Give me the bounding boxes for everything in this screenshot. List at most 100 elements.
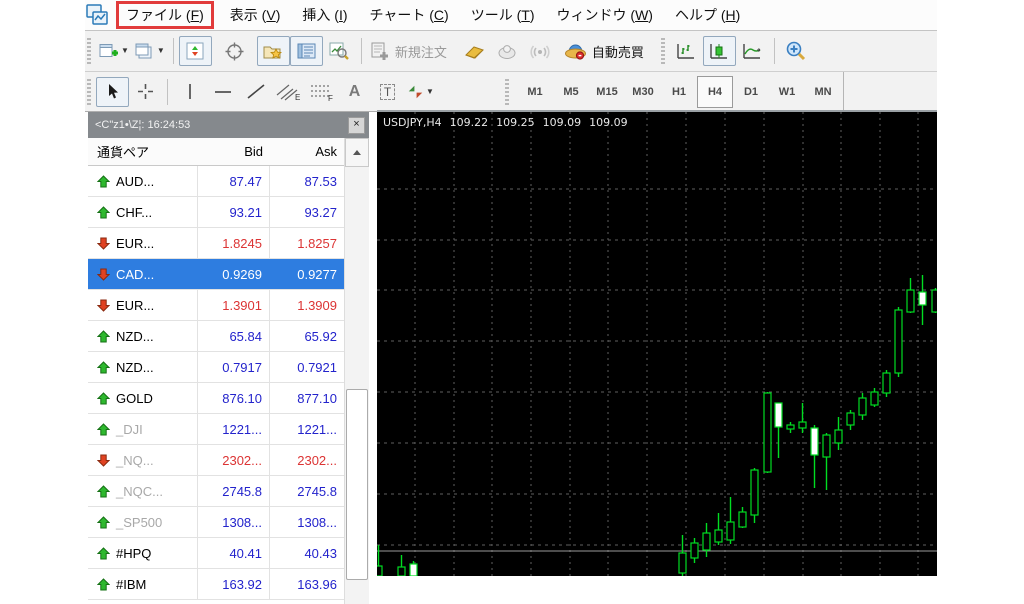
toolbar-separator <box>173 38 174 64</box>
timeframe-button-w1[interactable]: W1 <box>769 76 805 108</box>
toolbar-grip[interactable] <box>505 79 509 105</box>
market-watch-row-_NQ[interactable]: _NQ...2302...2302... <box>88 445 344 476</box>
menu-item-v[interactable]: 表示 (V) <box>230 5 281 25</box>
zoom-in-button[interactable] <box>780 36 813 66</box>
bar-chart-mode-icon <box>675 42 697 61</box>
menu-item-i[interactable]: 挿入 (I) <box>302 5 347 25</box>
chart-symbol-period: USDJPY,H4 <box>383 116 442 129</box>
market-watch-row-#IBM[interactable]: #IBM163.92163.96 <box>88 569 344 600</box>
market-watch-row-CAD[interactable]: CAD...0.92690.9277 <box>88 259 344 290</box>
symbol-label: GOLD <box>116 391 153 406</box>
new-order-button[interactable]: 新規注文 <box>367 36 450 66</box>
cursor-tool-button[interactable] <box>96 77 129 107</box>
timeframe-button-h4[interactable]: H4 <box>697 76 733 108</box>
terminal-button[interactable] <box>290 36 323 66</box>
toolbar-grip[interactable] <box>87 79 91 105</box>
market-watch-titlebar[interactable]: <C"z1•\Z¦: 16:24:53 × <box>88 112 369 138</box>
horizontal-line-icon <box>213 83 233 100</box>
data-window-button[interactable] <box>218 36 251 66</box>
candle <box>410 561 417 576</box>
close-icon[interactable]: × <box>348 117 365 134</box>
market-watch-row-NZD[interactable]: NZD...0.79170.7921 <box>88 352 344 383</box>
zoom-in-icon <box>785 41 807 61</box>
equidistant-channel-tool-button[interactable]: E <box>272 77 305 107</box>
text-label-tool-button[interactable]: T <box>371 77 404 107</box>
price-chart-svg[interactable] <box>377 112 937 576</box>
scrollbar-track[interactable] <box>345 167 369 604</box>
trend-up-icon <box>97 175 110 188</box>
profiles-icon <box>135 43 155 60</box>
candle <box>703 523 710 557</box>
market-watch-row-_NQC[interactable]: _NQC...2745.82745.8 <box>88 476 344 507</box>
profiles-button[interactable]: ▼ <box>132 36 168 66</box>
strategy-tester-button[interactable] <box>323 36 356 66</box>
bid-value: 1.8245 <box>198 228 270 258</box>
column-header-symbol[interactable]: 通貨ペア <box>88 142 198 161</box>
menu-item-w[interactable]: ウィンドウ (W) <box>557 5 653 25</box>
autotrading-label: 自動売買 <box>592 42 644 61</box>
market-watch-scrollbar[interactable] <box>344 138 369 604</box>
toolbar-grip[interactable] <box>661 38 665 64</box>
navigator-button[interactable] <box>257 36 290 66</box>
market-watch-row-EUR[interactable]: EUR...1.39011.3909 <box>88 290 344 321</box>
market-watch-toggle-button[interactable] <box>179 36 212 66</box>
candle <box>847 410 854 430</box>
horizontal-line-tool-button[interactable] <box>206 77 239 107</box>
vertical-line-icon <box>183 83 197 100</box>
autotrading-button[interactable]: 自動売買 <box>561 36 647 66</box>
community-button[interactable] <box>491 36 524 66</box>
market-watch-row-EUR[interactable]: EUR...1.82451.8257 <box>88 228 344 259</box>
arrows-tool-button[interactable]: ▼ <box>404 77 437 107</box>
scroll-up-button[interactable] <box>345 138 369 167</box>
symbol-label: CAD... <box>116 267 154 282</box>
scrollbar-thumb[interactable] <box>346 389 368 580</box>
bid-value: 93.21 <box>198 197 270 227</box>
autotrading-icon <box>564 42 587 61</box>
timeframe-button-h1[interactable]: H1 <box>661 76 697 108</box>
vertical-line-tool-button[interactable] <box>173 77 206 107</box>
timeframe-button-m30[interactable]: M30 <box>625 76 661 108</box>
market-watch-row-CHF[interactable]: CHF...93.2193.27 <box>88 197 344 228</box>
timeframe-button-m5[interactable]: M5 <box>553 76 589 108</box>
candle <box>751 468 758 523</box>
timeframe-button-d1[interactable]: D1 <box>733 76 769 108</box>
fibonacci-tool-button[interactable]: F <box>305 77 338 107</box>
candlestick-mode-button[interactable] <box>703 36 736 66</box>
market-watch-row-#HPQ[interactable]: #HPQ40.4140.43 <box>88 538 344 569</box>
new-chart-button[interactable]: ▼ <box>96 36 132 66</box>
menu-item-h[interactable]: ヘルプ (H) <box>675 5 740 25</box>
chart-window[interactable]: USDJPY,H4 109.22 109.25 109.09 109.09 <box>377 110 937 576</box>
data-window-icon <box>225 42 244 61</box>
fibonacci-icon: F <box>309 83 335 101</box>
column-header-bid[interactable]: Bid <box>198 144 270 159</box>
timeframe-button-m1[interactable]: M1 <box>517 76 553 108</box>
trendline-tool-button[interactable] <box>239 77 272 107</box>
ask-value: 877.10 <box>270 383 344 413</box>
trend-up-icon <box>97 485 110 498</box>
market-watch-row-GOLD[interactable]: GOLD876.10877.10 <box>88 383 344 414</box>
ask-value: 40.43 <box>270 538 344 568</box>
timeframe-toolbar: M1M5M15M30H1H4D1W1MN <box>503 72 844 111</box>
timeframe-button-m15[interactable]: M15 <box>589 76 625 108</box>
market-watch-row-AUD[interactable]: AUD...87.4787.53 <box>88 166 344 197</box>
market-watch-row-NZD[interactable]: NZD...65.8465.92 <box>88 321 344 352</box>
timeframe-button-mn[interactable]: MN <box>805 76 841 108</box>
candle <box>859 393 866 420</box>
crosshair-icon <box>137 83 154 100</box>
menu-item-c[interactable]: チャート (C) <box>370 5 449 25</box>
metaeditor-button[interactable] <box>458 36 491 66</box>
menu-item-f[interactable]: ファイル (F) <box>116 1 214 29</box>
candlestick-mode-icon <box>708 42 730 61</box>
menu-item-t[interactable]: ツール (T) <box>471 5 535 25</box>
toolbar-grip[interactable] <box>87 38 91 64</box>
market-watch-row-_SP500[interactable]: _SP5001308...1308... <box>88 507 344 538</box>
market-watch-row-_DJI[interactable]: _DJI1221...1221... <box>88 414 344 445</box>
text-tool-button[interactable]: A <box>338 77 371 107</box>
line-chart-mode-button[interactable] <box>736 36 769 66</box>
column-header-ask[interactable]: Ask <box>270 144 344 159</box>
symbol-label: CHF... <box>116 205 152 220</box>
candle <box>932 288 937 313</box>
signals-button[interactable] <box>524 36 557 66</box>
crosshair-tool-button[interactable] <box>129 77 162 107</box>
bar-chart-mode-button[interactable] <box>670 36 703 66</box>
